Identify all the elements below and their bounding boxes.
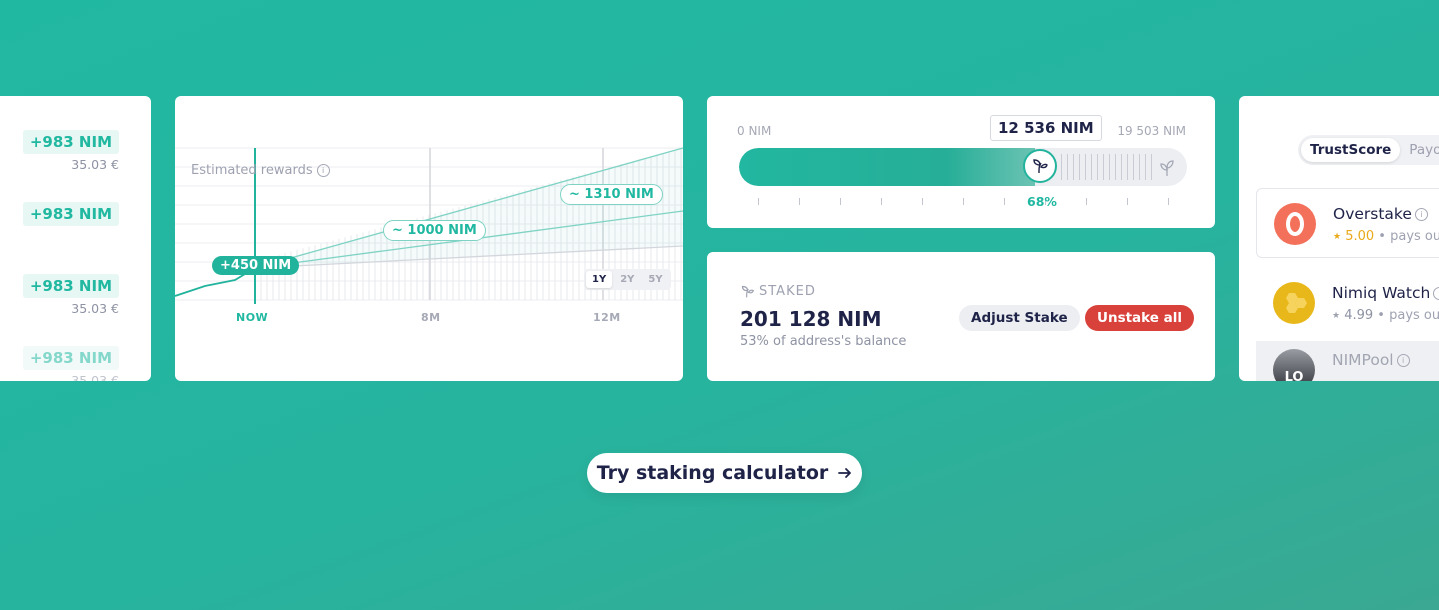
slider-tick [922,198,923,205]
slider-tick [840,198,841,205]
x-tick-label: 12M [593,311,621,324]
staked-label: STAKED [740,284,816,299]
validator-score: 4.99 [1344,308,1374,323]
reward-fiat: 35.03 € [71,373,119,381]
nimiq-watch-logo-icon [1273,282,1315,324]
nimpool-logo-icon: LO [1273,349,1315,381]
range-5y-button[interactable]: 5Y [642,271,668,288]
tab-trustscore[interactable]: TrustScore [1301,138,1401,162]
rewards-chart-card: Estimated rewards i +450 NIM ~ 1000 NIM ~… [175,96,683,381]
estimated-rewards-text: Estimated rewards [191,163,313,178]
validator-name: NIMPool i [1332,351,1410,369]
cta-label: Try staking calculator [596,462,829,484]
reward-fiat: 35.03 € [71,301,119,316]
info-icon[interactable]: i [1396,354,1410,367]
overstake-logo-icon [1274,203,1316,245]
slider-tick [1086,198,1087,205]
slider-max-label: 19 503 NIM [1117,124,1186,138]
reward-amount: +983 NIM [22,202,119,226]
validators-card: TrustScore Payout Overstakei ★ 5.00 • pa… [1239,96,1439,381]
range-toggle: 1Y 2Y 5Y [584,269,671,290]
validator-name-text: Nimiq Watch [1332,284,1431,302]
slider-tick [1168,198,1169,205]
unstake-all-button[interactable]: Unstake all [1085,305,1195,331]
staked-card: STAKED 201 128 NIM 53% of address's bala… [707,252,1215,381]
validator-name: Nimiq Watchi [1332,284,1439,302]
validator-meta: ★ 4.99 • pays out [1332,308,1439,323]
validator-score: 5.00 [1345,229,1375,244]
validator-name: Overstake i [1333,205,1428,223]
validator-name-text: Overstake [1333,205,1412,223]
x-tick-label: NOW [236,311,269,324]
slider-percent-label: 68% [1027,194,1057,209]
reward-amount: +983 NIM [22,346,119,370]
info-icon[interactable]: i [316,164,330,177]
star-icon: ★ [1333,232,1342,242]
arrow-right-icon [838,468,852,478]
slider-tick [799,198,800,205]
plant-icon [1160,160,1174,176]
staked-label-text: STAKED [759,284,816,299]
staked-amount: 201 128 NIM [740,307,882,331]
slider-tick [963,198,964,205]
badge-mid: ~ 1000 NIM [383,220,486,241]
info-icon[interactable]: i [1414,208,1428,221]
reward-fiat: 35.03 € [71,157,119,172]
try-staking-calculator-button[interactable]: Try staking calculator [587,453,862,493]
validator-name-text: NIMPool [1332,351,1394,369]
range-1y-button[interactable]: 1Y [586,271,613,288]
validator-meta: ★ 5.00 • pays out [1333,229,1439,244]
tab-payout[interactable]: Payout [1400,138,1439,162]
x-tick-label: 8M [421,311,441,324]
estimated-rewards-label: Estimated rewards i [191,163,330,178]
stake-slider-handle[interactable] [1023,149,1057,183]
sort-toggle: TrustScore Payout [1298,135,1439,165]
stake-slider-fill [739,148,1035,186]
stake-slider-card: 0 NIM 19 503 NIM 12 536 NIM 68% [707,96,1215,228]
slider-tick [881,198,882,205]
reward-amount: +983 NIM [22,130,119,154]
validator-item[interactable]: Nimiq Watchi ★ 4.99 • pays out [1256,268,1439,338]
leaf-icon [1033,159,1048,174]
slider-value-field[interactable]: 12 536 NIM [990,115,1102,141]
badge-now: +450 NIM [212,256,300,275]
slider-tick [1004,198,1005,205]
star-icon: ★ [1332,311,1341,321]
range-2y-button[interactable]: 2Y [614,271,640,288]
slider-stripes [1061,154,1156,180]
reward-item: +983 NIM [22,202,119,226]
staked-subtitle: 53% of address's balance [740,334,907,349]
validator-payout: pays out [1389,308,1439,323]
slider-tick [1127,198,1128,205]
info-icon[interactable]: i [1433,287,1439,300]
reward-item: +983 NIM 35.03 € [22,346,119,381]
validator-payout: pays out [1390,229,1439,244]
reward-amount: +983 NIM [22,274,119,298]
stake-slider-track[interactable] [739,148,1187,186]
reward-item: +983 NIM 35.03 € [22,130,119,172]
adjust-stake-button[interactable]: Adjust Stake [959,305,1080,331]
validator-item[interactable]: LO NIMPool i [1256,341,1439,381]
validator-item[interactable]: Overstakei ★ 5.00 • pays out [1256,188,1439,258]
badge-end: ~ 1310 NIM [560,184,663,205]
reward-item: +983 NIM 35.03 € [22,274,119,316]
leaf-icon [741,285,755,298]
slider-tick [758,198,759,205]
slider-min-label: 0 NIM [737,124,772,138]
slider-ticks [758,198,1169,206]
rewards-history-card: +983 NIM 35.03 € +983 NIM +983 NIM 35.03… [0,96,151,381]
